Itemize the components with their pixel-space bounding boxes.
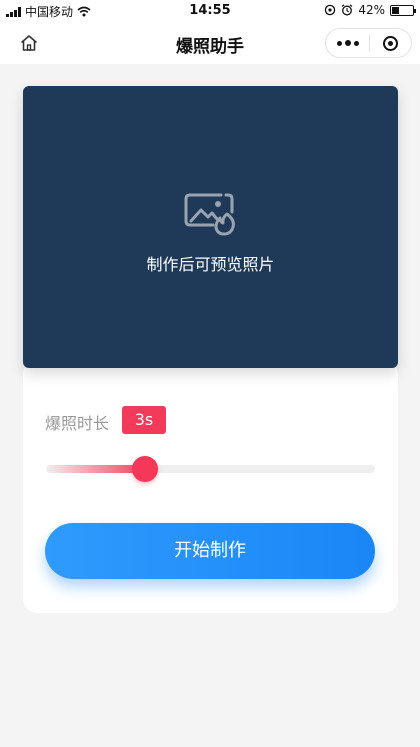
more-dot-icon	[344, 40, 351, 46]
battery-icon	[390, 4, 416, 16]
status-right: 42%	[324, 3, 416, 17]
image-fire-icon	[184, 193, 235, 236]
slider-fill	[46, 465, 145, 473]
battery-percent: 42%	[358, 3, 385, 17]
more-dot-icon	[353, 40, 359, 46]
duration-slider[interactable]	[46, 456, 375, 482]
settings-card: 爆照时长 3s 开始制作	[23, 360, 398, 613]
alarm-icon	[341, 4, 353, 16]
start-button[interactable]: 开始制作	[45, 523, 375, 579]
photo-preview: 制作后可预览照片	[23, 86, 398, 368]
close-miniprogram-button[interactable]	[370, 29, 411, 57]
slider-thumb[interactable]	[131, 456, 158, 482]
duration-value-badge: 3s	[122, 406, 166, 434]
nav-bar: 爆照助手	[0, 22, 420, 64]
duration-label: 爆照时长	[45, 414, 110, 433]
more-button[interactable]	[326, 29, 369, 57]
more-dot-icon	[336, 40, 342, 46]
location-lock-icon	[325, 4, 336, 16]
menu-capsule	[325, 28, 412, 58]
target-icon	[383, 35, 398, 51]
status-bar: 中国移动 14:55 42%	[0, 0, 420, 22]
preview-placeholder-text: 制作后可预览照片	[146, 255, 275, 274]
battery-fill	[392, 6, 400, 14]
